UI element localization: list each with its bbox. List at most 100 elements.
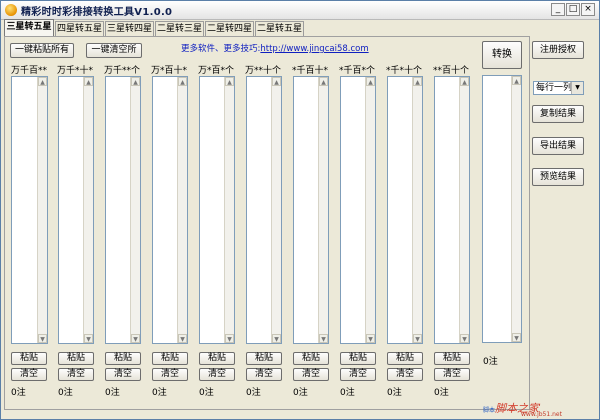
scrollbar[interactable]: ▲ ▼ [224,77,234,343]
clear-button[interactable]: 清空 [246,368,282,381]
scrollbar[interactable]: ▲ ▼ [318,77,328,343]
scrollbar[interactable]: ▲ ▼ [271,77,281,343]
link-prefix: 更多软件、更多技巧: [181,44,261,54]
clear-button[interactable]: 清空 [199,368,235,381]
result-list[interactable]: ▲ ▼ [482,75,522,343]
tab-3-to-4[interactable]: 三星转四星 [105,21,154,36]
tab-2-to-3[interactable]: 二星转三星 [155,21,204,36]
clear-button[interactable]: 清空 [11,368,47,381]
preview-result-button[interactable]: 预览结果 [532,168,584,186]
number-list[interactable]: ▲ ▼ [246,76,282,344]
count-label: 0注 [434,388,449,398]
column-label: 万千百** [11,66,48,76]
chevron-down-icon[interactable]: ▼ [225,334,234,343]
column-label: **百十个 [433,66,470,76]
chevron-down-icon[interactable]: ▼ [38,334,47,343]
count-label: 0注 [387,388,402,398]
chevron-up-icon[interactable]: ▲ [413,77,422,86]
chevron-up-icon[interactable]: ▲ [178,77,187,86]
paste-button[interactable]: 粘贴 [152,352,188,365]
chevron-up-icon[interactable]: ▲ [512,76,521,85]
number-list[interactable]: ▲ ▼ [105,76,141,344]
title-bar[interactable]: 精彩时时彩排接转换工具V1.0.0 _ □ × [1,1,599,20]
number-list[interactable]: ▲ ▼ [58,76,94,344]
minimize-button[interactable]: _ [551,3,565,16]
chevron-up-icon[interactable]: ▲ [272,77,281,86]
close-button[interactable]: × [581,3,595,16]
paste-button[interactable]: 粘贴 [199,352,235,365]
chevron-up-icon[interactable]: ▲ [460,77,469,86]
paste-button[interactable]: 粘贴 [387,352,423,365]
paste-button[interactable]: 粘贴 [434,352,470,365]
tab-2-to-5[interactable]: 二星转五星 [255,21,304,36]
chevron-down-icon[interactable]: ▼ [178,334,187,343]
clear-button[interactable]: 清空 [105,368,141,381]
column-label: 万**十个 [245,66,282,76]
chevron-up-icon[interactable]: ▲ [131,77,140,86]
paste-button[interactable]: 粘贴 [11,352,47,365]
chevron-down-icon[interactable]: ▼ [571,82,583,94]
paste-button[interactable]: 粘贴 [58,352,94,365]
per-line-select-value: 每行一列 [536,83,573,93]
scrollbar[interactable]: ▲ ▼ [37,77,47,343]
scrollbar[interactable]: ▲ ▼ [83,77,93,343]
scrollbar[interactable]: ▲ ▼ [177,77,187,343]
tab-4-to-5[interactable]: 四星转五星 [55,21,104,36]
chevron-down-icon[interactable]: ▼ [460,334,469,343]
scrollbar[interactable]: ▲ ▼ [130,77,140,343]
tab-3-to-5[interactable]: 三星转五星 [4,19,54,37]
count-label: 0注 [340,388,355,398]
paste-button[interactable]: 粘贴 [105,352,141,365]
link-url[interactable]: http://www.jingcai58.com [260,44,368,54]
clear-button[interactable]: 清空 [152,368,188,381]
number-list[interactable]: ▲ ▼ [11,76,48,344]
scrollbar[interactable]: ▲ ▼ [511,76,521,342]
number-list[interactable]: ▲ ▼ [434,76,470,344]
tab-2-to-4[interactable]: 二星转四星 [205,21,254,36]
per-line-select[interactable]: 每行一列 ▼ [533,81,584,95]
paste-button[interactable]: 粘贴 [293,352,329,365]
chevron-up-icon[interactable]: ▲ [225,77,234,86]
clear-button[interactable]: 清空 [387,368,423,381]
chevron-up-icon[interactable]: ▲ [38,77,47,86]
column-label: 万千**个 [104,66,141,76]
paste-button[interactable]: 粘贴 [246,352,282,365]
paste-all-button[interactable]: 一键粘贴所有 [10,43,74,58]
count-label: 0注 [293,388,308,398]
result-count-label: 0注 [483,357,498,367]
clear-all-button[interactable]: 一键清空所 [86,43,142,58]
chevron-down-icon[interactable]: ▼ [512,333,521,342]
chevron-down-icon[interactable]: ▼ [319,334,328,343]
register-button[interactable]: 注册授权 [532,41,584,59]
maximize-button[interactable]: □ [566,3,580,16]
count-label: 0注 [246,388,261,398]
more-software-link[interactable]: 更多软件、更多技巧:http://www.jingcai58.com [181,42,369,54]
copy-result-button[interactable]: 复制结果 [532,105,584,123]
column-label: 万*百*个 [198,66,235,76]
clear-button[interactable]: 清空 [434,368,470,381]
chevron-up-icon[interactable]: ▲ [366,77,375,86]
scrollbar[interactable]: ▲ ▼ [412,77,422,343]
paste-button[interactable]: 粘贴 [340,352,376,365]
clear-button[interactable]: 清空 [293,368,329,381]
export-result-button[interactable]: 导出结果 [532,137,584,155]
count-label: 0注 [11,388,26,398]
convert-button[interactable]: 转换 [482,41,522,69]
number-list[interactable]: ▲ ▼ [340,76,376,344]
clear-button[interactable]: 清空 [58,368,94,381]
count-label: 0注 [199,388,214,398]
number-list[interactable]: ▲ ▼ [293,76,329,344]
chevron-down-icon[interactable]: ▼ [131,334,140,343]
chevron-down-icon[interactable]: ▼ [84,334,93,343]
scrollbar[interactable]: ▲ ▼ [459,77,469,343]
chevron-down-icon[interactable]: ▼ [272,334,281,343]
chevron-down-icon[interactable]: ▼ [413,334,422,343]
scrollbar[interactable]: ▲ ▼ [365,77,375,343]
chevron-up-icon[interactable]: ▲ [84,77,93,86]
number-list[interactable]: ▲ ▼ [387,76,423,344]
number-list[interactable]: ▲ ▼ [199,76,235,344]
chevron-down-icon[interactable]: ▼ [366,334,375,343]
chevron-up-icon[interactable]: ▲ [319,77,328,86]
clear-button[interactable]: 清空 [340,368,376,381]
number-list[interactable]: ▲ ▼ [152,76,188,344]
